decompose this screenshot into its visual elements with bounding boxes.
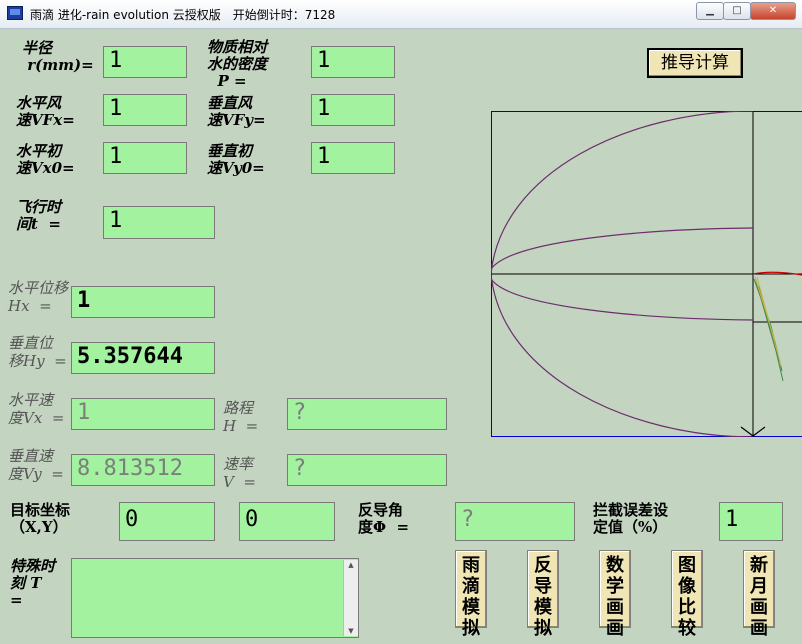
vfy-input[interactable]: 1	[311, 94, 395, 126]
vy0-label: 垂直初 速Vy0=	[207, 142, 265, 177]
vy0-input[interactable]: 1	[311, 142, 395, 174]
angle-output: ?	[455, 502, 575, 541]
vy-label: 垂直速 度Vy =	[8, 447, 64, 483]
hx-output: 1	[71, 286, 215, 318]
hy-label: 垂直位 移Hy =	[8, 334, 67, 370]
upper-inner-curve	[491, 227, 754, 270]
error-input[interactable]: 1	[719, 502, 783, 541]
density-label: 物质相对 水的密度 P =	[207, 38, 268, 90]
target-y-input[interactable]: 0	[239, 502, 335, 541]
vx0-label: 水平初 速Vx0=	[16, 142, 75, 177]
app-icon	[7, 6, 23, 20]
error-label: 拦截误差设 定值（%）	[593, 501, 669, 536]
maximize-icon[interactable]: □	[723, 2, 751, 20]
app-window: 雨滴 进化-rain evolution 云授权版 开始倒计时：7128 ▁ □…	[0, 0, 802, 644]
density-input[interactable]: 1	[311, 46, 395, 78]
raindrop-sim-button[interactable]: 雨 滴 模 拟	[455, 550, 487, 639]
speed-output: ?	[287, 454, 447, 486]
calculate-button[interactable]: 推导计算	[647, 48, 743, 78]
math-draw-button[interactable]: 数 学 画 画	[599, 550, 631, 639]
scroll-up-icon[interactable]: ▲	[344, 560, 358, 570]
special-time-textarea[interactable]	[71, 558, 359, 638]
trajectory-plot	[491, 111, 802, 437]
vfy-label: 垂直风 速VFy=	[207, 94, 266, 129]
angle-label: 反导角 度Φ =	[358, 501, 410, 536]
path-label: 路程 H =	[223, 399, 259, 435]
vfx-input[interactable]: 1	[103, 94, 187, 126]
scroll-down-icon[interactable]: ▼	[344, 626, 358, 636]
path-output: ?	[287, 398, 447, 430]
hy-output: 5.357644	[71, 342, 215, 374]
close-icon[interactable]: ✕	[750, 2, 796, 20]
textarea-scrollbar[interactable]: ▲ ▼	[343, 560, 358, 636]
reverse-sim-button[interactable]: 反 导 模 拟	[527, 550, 559, 639]
time-label: 飞行时 间t =	[16, 198, 62, 233]
image-compare-button[interactable]: 图 像 比 较	[671, 550, 703, 639]
trajectory-bundle	[753, 278, 784, 382]
speed-label: 速率 V =	[223, 455, 256, 491]
special-time-label: 特殊时 刻 T =	[10, 557, 56, 609]
lower-inner-curve	[491, 278, 754, 321]
vx0-input[interactable]: 1	[103, 142, 187, 174]
target-x-input[interactable]: 0	[119, 502, 215, 541]
radius-label: 半径 r(mm)=	[22, 39, 94, 74]
time-input[interactable]: 1	[103, 206, 215, 239]
title-bar: 雨滴 进化-rain evolution 云授权版 开始倒计时：7128 ▁ □…	[0, 0, 802, 29]
window-title: 雨滴 进化-rain evolution 云授权版 开始倒计时：7128	[30, 8, 336, 22]
vy-output: 8.813512	[71, 454, 215, 486]
radius-input[interactable]: 1	[103, 46, 187, 78]
target-label: 目标坐标 （X,Y）	[10, 501, 71, 536]
vx-label: 水平速 度Vx =	[8, 391, 65, 427]
minimize-icon[interactable]: ▁	[696, 2, 724, 20]
vfx-label: 水平风 速VFx=	[16, 94, 75, 129]
new-moon-draw-button[interactable]: 新 月 画 画	[743, 550, 775, 639]
vx-output: 1	[71, 398, 215, 430]
hx-label: 水平位移 Hx =	[8, 279, 69, 315]
